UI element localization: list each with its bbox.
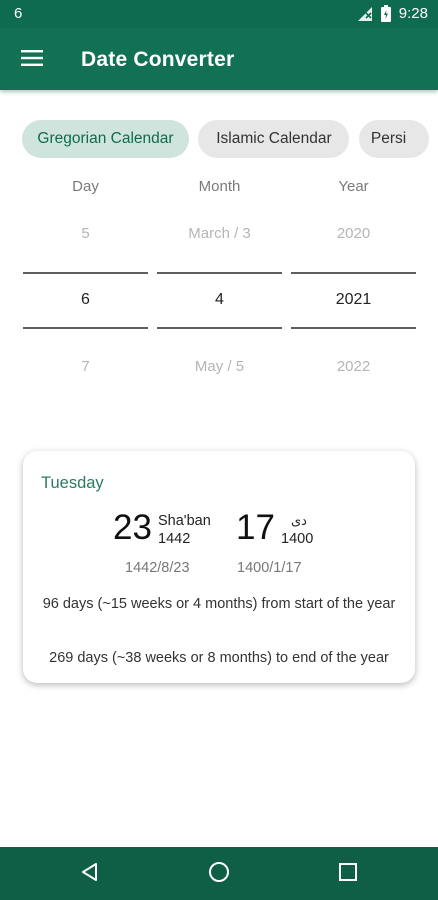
menu-button[interactable]: [12, 40, 52, 80]
back-icon: [80, 862, 100, 887]
days-from-start: 96 days (~15 weeks or 4 months) from sta…: [42, 596, 396, 612]
year-divider-bottom: [291, 327, 416, 329]
tab-gregorian-calendar[interactable]: Gregorian Calendar: [22, 120, 189, 158]
back-button[interactable]: [72, 857, 108, 891]
result-card: Tuesday 23 Sha'ban 1442 17 دی 1400 1442/…: [23, 451, 415, 683]
year-divider-top: [291, 272, 416, 274]
day-divider-bottom: [23, 327, 148, 329]
islamic-full-date: 1442/8/23: [125, 560, 190, 576]
home-button[interactable]: [201, 857, 237, 891]
persian-year: 1400: [281, 531, 314, 547]
weekday-label: Tuesday: [41, 474, 104, 492]
days-to-end: 269 days (~38 weeks or 8 months) to end …: [49, 650, 389, 666]
tab-persian-calendar[interactable]: Persi: [358, 120, 429, 158]
year-prev-value[interactable]: 2020: [291, 225, 416, 242]
islamic-year: 1442: [158, 531, 191, 547]
recents-icon: [339, 862, 357, 886]
month-selected-value[interactable]: 4: [157, 291, 282, 309]
clock: 9:28: [398, 5, 428, 22]
battery-icon: [380, 5, 391, 22]
tab-islamic-calendar[interactable]: Islamic Calendar: [198, 120, 350, 158]
notification-count: 6: [14, 5, 23, 22]
status-icons: 9:28: [357, 5, 428, 22]
signal-icon: [357, 6, 373, 22]
status-bar: 6 9:28: [0, 0, 438, 28]
menu-icon: [21, 49, 43, 71]
month-header: Month: [198, 178, 241, 195]
month-divider-top: [157, 272, 282, 274]
app-bar: Date Converter: [0, 28, 438, 90]
persian-full-date: 1400/1/17: [237, 560, 302, 576]
day-divider-top: [23, 272, 148, 274]
month-picker[interactable]: March / 3 4 May / 5: [157, 200, 282, 400]
year-selected-value[interactable]: 2021: [291, 291, 416, 309]
day-picker[interactable]: 5 6 7: [23, 200, 148, 400]
month-next-value[interactable]: May / 5: [157, 358, 282, 375]
system-nav-bar: [0, 847, 438, 900]
day-header: Day: [72, 178, 99, 195]
islamic-day: 23: [113, 508, 152, 547]
month-divider-bottom: [157, 327, 282, 329]
page-title: Date Converter: [81, 48, 235, 71]
home-icon: [208, 861, 230, 888]
year-header: Year: [338, 178, 369, 195]
year-next-value[interactable]: 2022: [291, 358, 416, 375]
year-picker[interactable]: 2020 2021 2022: [291, 200, 416, 400]
day-next-value[interactable]: 7: [23, 358, 148, 375]
day-prev-value[interactable]: 5: [23, 225, 148, 242]
calendar-tabs: Gregorian Calendar Islamic Calendar Pers…: [22, 120, 438, 158]
persian-month-name: دی: [291, 513, 307, 528]
persian-day: 17: [236, 508, 275, 547]
day-selected-value[interactable]: 6: [23, 291, 148, 309]
month-prev-value[interactable]: March / 3: [157, 225, 282, 242]
islamic-month-name: Sha'ban: [158, 513, 211, 529]
recents-button[interactable]: [330, 857, 366, 891]
